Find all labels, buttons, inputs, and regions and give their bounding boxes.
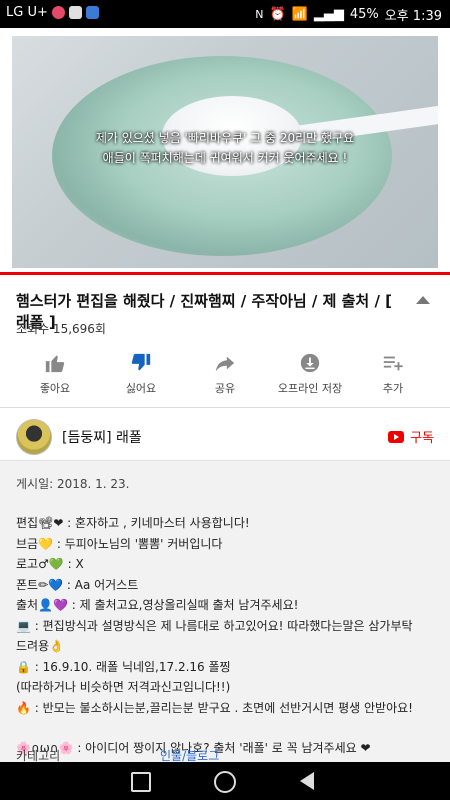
channel-row: [듬둥찌] 래폴 구독	[0, 408, 450, 460]
playlist-add-icon	[348, 352, 438, 374]
description-line: 드려용👌	[16, 639, 65, 653]
description-line: (따라하거나 비슷하면 저격과신고임니다!!)	[16, 680, 231, 694]
description-line: 🔒 : 16.9.10. 래폴 닉네임,17.2.16 폴찡	[16, 659, 231, 674]
description-line: 🔥 : 반모는 불소하시는분,끌리는분 받구요 . 초면에 선반거시면 평생 안…	[16, 700, 413, 715]
offline-save-button[interactable]: 오프라인 저장	[265, 352, 355, 396]
dislike-label: 싫어요	[125, 382, 157, 395]
app-notification-icon	[51, 6, 65, 19]
download-icon	[265, 352, 355, 374]
home-icon[interactable]	[214, 771, 236, 793]
back-icon[interactable]	[300, 772, 314, 790]
wifi-icon: 📶	[291, 7, 308, 22]
description-panel: 게시일: 2018. 1. 23. 편집📽❤ : 혼자하고 , 키네마스터 사용…	[0, 460, 450, 763]
photo-notification-icon	[68, 6, 82, 19]
description-line	[16, 718, 436, 738]
video-player[interactable]: 제가 있으셨 넣음 '빠리바우쿠' 그 중 20리만 했구요 애들이 폭퍼치해는…	[12, 36, 438, 268]
offline-save-label: 오프라인 저장	[277, 382, 343, 395]
subtitle-line-1: 제가 있으셨 넣음 '빠리바우쿠' 그 중 20리만 했구요	[95, 131, 355, 145]
description-line: 💻 : 편집방식과 설명방식은 제 나름대로 하고있어요! 따라했다는말은 삼가…	[16, 618, 413, 633]
carrier-label: LG U+	[6, 5, 48, 20]
description-line: 폰트✏💙 : Aa 어거스트	[16, 577, 139, 592]
recent-apps-icon[interactable]	[131, 772, 151, 792]
collapse-chevron-icon[interactable]	[416, 296, 430, 304]
description-line: 출처👤💜 : 제 출처고요,영상올리실때 출처 남겨주세요!	[16, 598, 299, 612]
clock: 오후 1:39	[384, 9, 442, 24]
status-bar: LG U+ N ⏰ 📶 ▂▄▆ 45% 오후 1:39	[0, 0, 450, 28]
video-progress-bar[interactable]	[0, 272, 450, 275]
description-text: 편집📽❤ : 혼자하고 , 키네마스터 사용합니다! 브금💛 : 두피아노님의 …	[16, 513, 436, 759]
youtube-logo-icon	[388, 430, 405, 443]
category-link[interactable]: 인물/블로그	[160, 747, 219, 763]
share-icon	[180, 352, 270, 374]
category-label: 카테고리	[16, 749, 61, 763]
description-line: 로고♂💚 : X	[16, 557, 84, 571]
description-line: 브금💛 : 두피아노님의 '뽐뽐' 커버입니다	[16, 536, 223, 551]
description-line: 편집📽❤ : 혼자하고 , 키네마스터 사용합니다!	[16, 516, 250, 530]
channel-name[interactable]: [듬둥찌] 래폴	[62, 427, 142, 447]
thumbs-down-icon	[96, 352, 186, 374]
add-to-playlist-button[interactable]: 추가	[348, 352, 438, 396]
battery-level: 45%	[349, 7, 379, 22]
view-count: 조회수 15,696회	[16, 322, 106, 336]
add-label: 추가	[382, 382, 404, 395]
subscribe-label: 구독	[410, 431, 434, 446]
channel-avatar[interactable]	[16, 419, 52, 455]
subtitle-line-2: 애들이 폭퍼치해는데 귀여워서 커커 웃어주세요 !	[102, 151, 348, 165]
like-button[interactable]: 좋아요	[10, 352, 100, 396]
signal-icon: ▂▄▆	[313, 7, 344, 22]
image-notification-icon	[85, 6, 99, 19]
alarm-off-icon: ⏰	[269, 7, 286, 22]
description-line: 🌸∩ω∩🌸 : 아이디어 짱이지 않나호? 출처 '래폴' 로 꼭 남겨주세요 …	[16, 741, 371, 755]
share-button[interactable]: 공유	[180, 352, 270, 396]
video-progress-fill	[0, 272, 450, 275]
nfc-icon: N	[255, 8, 264, 21]
like-label: 좋아요	[39, 382, 71, 395]
dislike-button[interactable]: 싫어요	[96, 352, 186, 396]
thumbs-up-icon	[10, 352, 100, 374]
action-bar: 좋아요 싫어요 공유 오프라인 저장 추가	[0, 352, 450, 396]
video-subtitles: 제가 있으셨 넣음 '빠리바우쿠' 그 중 20리만 했구요 애들이 폭퍼치해는…	[12, 128, 438, 168]
share-label: 공유	[214, 382, 236, 395]
publish-date: 게시일: 2018. 1. 23.	[16, 477, 130, 491]
android-nav-bar	[0, 762, 450, 800]
subscribe-button[interactable]: 구독	[388, 427, 434, 446]
